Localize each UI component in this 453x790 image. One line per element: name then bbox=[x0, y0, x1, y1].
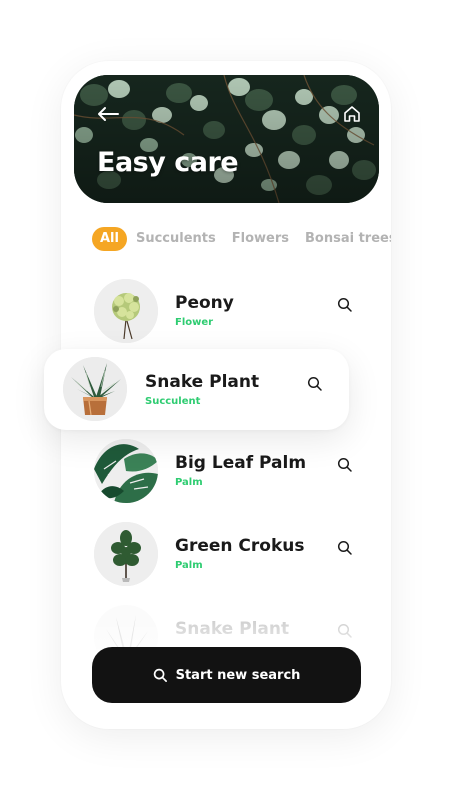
plant-name: Snake Plant bbox=[145, 372, 260, 392]
tab-bonsai-trees[interactable]: Bonsai trees bbox=[305, 227, 391, 251]
search-icon[interactable] bbox=[337, 540, 353, 556]
start-new-search-button[interactable]: Start new search bbox=[92, 647, 361, 703]
start-new-search-label: Start new search bbox=[175, 667, 301, 683]
header-banner: Easy care bbox=[74, 75, 379, 203]
snake-plant-image bbox=[63, 357, 127, 421]
plant-type: Palm bbox=[175, 560, 203, 571]
arrow-left-icon[interactable] bbox=[96, 105, 120, 123]
plant-name: Snake Plant bbox=[175, 619, 290, 639]
big-leaf-palm-image bbox=[94, 439, 158, 503]
category-tabs: All Succulents Flowers Bonsai trees bbox=[92, 227, 391, 251]
search-icon[interactable] bbox=[307, 376, 323, 392]
search-icon[interactable] bbox=[337, 457, 353, 473]
search-icon[interactable] bbox=[337, 623, 353, 639]
plant-thumbnail bbox=[94, 439, 158, 503]
plant-type: Palm bbox=[175, 477, 203, 488]
plant-name: Peony bbox=[175, 293, 234, 313]
plant-thumbnail bbox=[94, 522, 158, 586]
peony-image bbox=[94, 279, 158, 343]
plant-type: Succulent bbox=[145, 396, 201, 407]
plant-name: Big Leaf Palm bbox=[175, 453, 307, 473]
plant-name: Green Crokus bbox=[175, 536, 305, 556]
selected-plant-card[interactable]: Snake Plant Succulent bbox=[44, 349, 349, 430]
tab-flowers[interactable]: Flowers bbox=[232, 227, 289, 251]
app-stage: Easy care All Succulents Flowers Bonsai … bbox=[0, 0, 453, 790]
tab-succulents[interactable]: Succulents bbox=[136, 227, 216, 251]
plant-list-item[interactable]: Peony Flower bbox=[61, 279, 391, 343]
tab-all[interactable]: All bbox=[92, 227, 127, 251]
search-icon[interactable] bbox=[337, 297, 353, 313]
search-icon bbox=[153, 668, 167, 682]
plant-list-item[interactable]: Big Leaf Palm Palm bbox=[61, 439, 391, 503]
page-title: Easy care bbox=[97, 147, 239, 178]
home-icon[interactable] bbox=[342, 104, 362, 124]
plant-list-item[interactable]: Green Crokus Palm bbox=[61, 522, 391, 586]
leaves-background-image bbox=[74, 75, 379, 203]
plant-thumbnail bbox=[94, 279, 158, 343]
plant-thumbnail bbox=[63, 357, 127, 421]
plant-type: Flower bbox=[175, 317, 214, 328]
green-crokus-image bbox=[94, 522, 158, 586]
